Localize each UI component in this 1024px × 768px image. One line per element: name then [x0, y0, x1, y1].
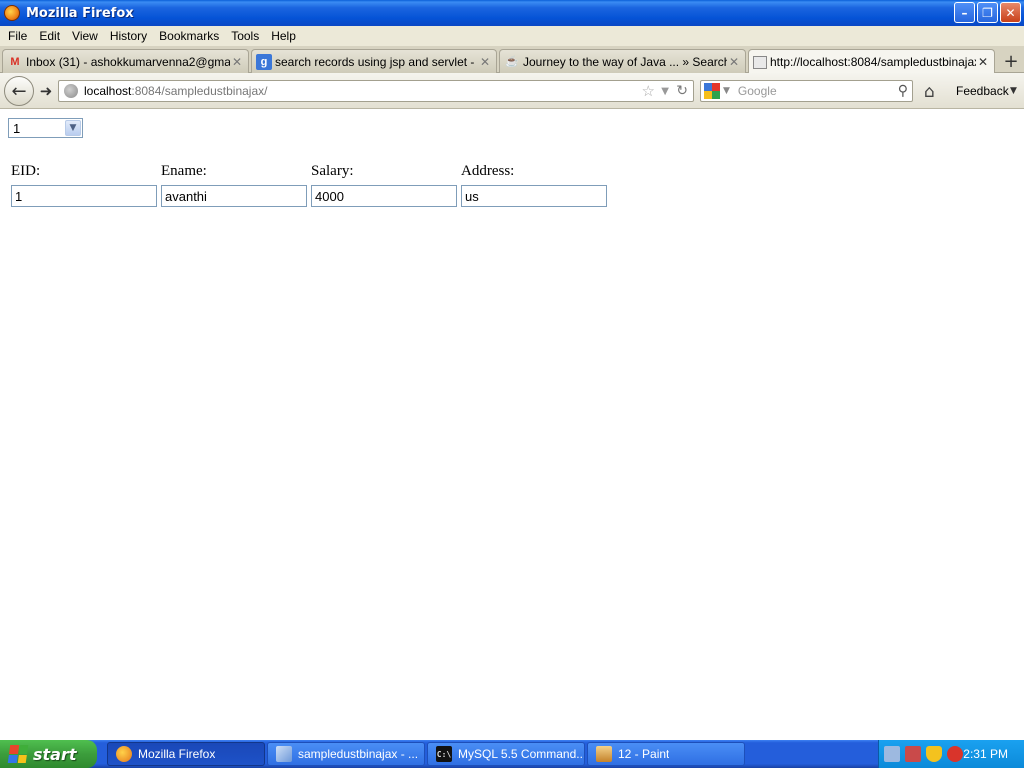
firefox-icon	[116, 746, 132, 762]
search-placeholder: Google	[737, 84, 777, 98]
home-icon[interactable]: ⌂	[924, 82, 935, 102]
reload-icon[interactable]: ↻	[676, 83, 688, 99]
tab-label: Inbox (31) - ashokkumarvenna2@gmail.c...	[26, 54, 230, 69]
start-button[interactable]: start	[0, 740, 97, 768]
network-icon[interactable]	[884, 746, 900, 762]
taskbar-netbeans[interactable]: sampledustbinajax - ...	[267, 742, 425, 766]
tab-label: Journey to the way of Java ... » Search …	[523, 54, 727, 69]
firefox-icon	[4, 5, 20, 21]
arrow-left-icon: ←	[11, 80, 27, 102]
back-button[interactable]: ←	[4, 76, 34, 106]
clock[interactable]: 2:31 PM	[963, 747, 1008, 761]
system-tray: 2:31 PM	[878, 740, 1024, 768]
history-dropdown-icon[interactable]: ▼	[661, 86, 669, 97]
navigation-toolbar: ← ➜ localhost:8084/sampledustbinajax/ ☆ …	[0, 73, 1024, 109]
taskbar-firefox[interactable]: Mozilla Firefox	[107, 742, 265, 766]
ename-label: Ename:	[161, 163, 207, 179]
tab-java-journey[interactable]: ☕ Journey to the way of Java ... » Searc…	[499, 49, 746, 73]
mysql-console-icon: C:\	[436, 746, 452, 762]
restore-button[interactable]: ❐	[977, 2, 998, 23]
taskbar-button-label: sampledustbinajax - ...	[298, 747, 419, 761]
taskbar-button-label: 12 - Paint	[618, 747, 670, 761]
search-bar[interactable]: ▼ Google ⚲	[700, 80, 913, 102]
engine-dropdown-icon[interactable]: ▼	[723, 86, 730, 96]
menu-edit[interactable]: Edit	[33, 29, 66, 43]
close-window-button[interactable]: ✕	[1000, 2, 1021, 23]
taskbar-paint[interactable]: 12 - Paint	[587, 742, 745, 766]
taskbar-button-label: MySQL 5.5 Command...	[458, 747, 584, 761]
netbeans-icon	[276, 746, 292, 762]
menu-bookmarks[interactable]: Bookmarks	[153, 29, 225, 43]
tab-label: search records using jsp and servlet - G…	[275, 54, 478, 69]
menu-help[interactable]: Help	[265, 29, 302, 43]
close-tab-icon[interactable]: ✕	[230, 55, 244, 69]
taskbar-button-label: Mozilla Firefox	[138, 747, 216, 761]
security-shield-icon[interactable]	[926, 746, 942, 762]
arrow-right-icon: ➜	[39, 82, 53, 100]
menu-bar: File Edit View History Bookmarks Tools H…	[0, 26, 1024, 46]
menu-file[interactable]: File	[2, 29, 33, 43]
start-label: start	[33, 744, 77, 764]
tab-gmail-inbox[interactable]: M Inbox (31) - ashokkumarvenna2@gmail.c.…	[2, 49, 249, 73]
chevron-down-icon[interactable]: ▼	[65, 120, 81, 136]
menu-tools[interactable]: Tools	[225, 29, 265, 43]
close-tab-icon[interactable]: ✕	[727, 55, 741, 69]
feedback-dropdown-icon[interactable]: ▼	[1010, 86, 1017, 96]
window-controls: – ❐ ✕	[954, 2, 1021, 23]
tab-strip: M Inbox (31) - ashokkumarvenna2@gmail.c.…	[0, 46, 1024, 74]
java-icon: ☕	[505, 56, 519, 68]
close-tab-icon[interactable]: ✕	[478, 55, 492, 69]
antivirus-icon[interactable]	[947, 746, 963, 762]
salary-field[interactable]: 4000	[311, 185, 457, 207]
address-label: Address:	[461, 163, 515, 179]
taskbar-mysql[interactable]: C:\ MySQL 5.5 Command...	[427, 742, 585, 766]
url-host: localhost	[84, 84, 132, 98]
tab-google-search[interactable]: g search records using jsp and servlet -…	[251, 49, 497, 73]
bookmark-star-icon[interactable]: ☆	[642, 82, 655, 100]
eid-field[interactable]: 1	[11, 185, 157, 207]
new-tab-button[interactable]: +	[1000, 49, 1022, 73]
globe-icon	[64, 84, 78, 98]
ename-field[interactable]: avanthi	[161, 185, 307, 207]
eid-select-value: 1	[13, 120, 21, 136]
tab-localhost[interactable]: http://localhost:8084/sampledustbinajax/…	[748, 49, 995, 74]
address-bar[interactable]: localhost:8084/sampledustbinajax/ ☆ ▼ ↻	[58, 80, 694, 102]
url-text[interactable]: localhost:8084/sampledustbinajax/	[84, 84, 267, 98]
google-icon[interactable]	[704, 83, 720, 99]
page-icon	[753, 55, 767, 69]
page-content: 1 ▼ EID: Ename: Salary: Address: 1 avant…	[0, 110, 1024, 740]
window-titlebar[interactable]: Mozilla Firefox – ❐ ✕	[0, 0, 1024, 26]
gmail-icon: M	[10, 55, 20, 68]
windows-logo-icon	[7, 745, 29, 763]
eid-label: EID:	[11, 163, 41, 179]
close-tab-icon[interactable]: ✕	[976, 55, 990, 69]
forward-button[interactable]: ➜	[35, 81, 57, 101]
menu-view[interactable]: View	[66, 29, 104, 43]
window-title: Mozilla Firefox	[26, 5, 134, 21]
network-disconnected-icon[interactable]	[905, 746, 921, 762]
eid-select[interactable]: 1 ▼	[8, 118, 83, 138]
feedback-button[interactable]: Feedback	[956, 84, 1009, 98]
url-path: :8084/sampledustbinajax/	[131, 84, 268, 98]
minimize-button[interactable]: –	[954, 2, 975, 23]
search-icon[interactable]: ⚲	[898, 83, 908, 99]
menu-history[interactable]: History	[104, 29, 153, 43]
google-icon: g	[256, 53, 272, 70]
tab-label: http://localhost:8084/sampledustbinajax/	[770, 55, 976, 69]
address-field[interactable]: us	[461, 185, 607, 207]
paint-icon	[596, 746, 612, 762]
salary-label: Salary:	[311, 163, 354, 179]
taskbar: start Mozilla Firefox sampledustbinajax …	[0, 740, 1024, 768]
